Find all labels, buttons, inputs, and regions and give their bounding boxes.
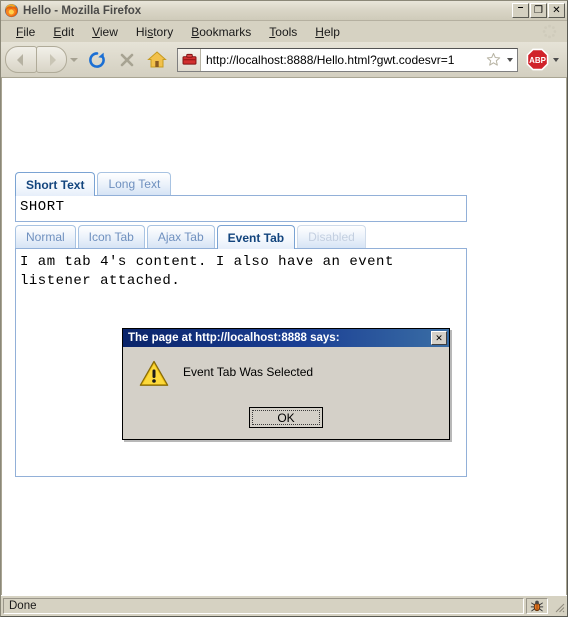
tab-label: Disabled <box>308 230 355 244</box>
outer-tab-content: SHORT <box>15 196 467 222</box>
warning-icon <box>139 360 169 387</box>
back-forward-group <box>5 46 78 73</box>
home-button[interactable] <box>142 46 172 74</box>
browser-window: Hello - Mozilla Firefox – ❐ ✕ File Edit … <box>0 0 568 617</box>
svg-text:ABP: ABP <box>529 56 546 65</box>
minimize-button[interactable]: – <box>512 3 529 18</box>
window-controls: – ❐ ✕ <box>512 3 565 18</box>
stop-button[interactable] <box>112 46 142 74</box>
alert-dialog-button-row: OK <box>123 407 449 439</box>
bug-icon <box>530 600 544 612</box>
tab-short-text[interactable]: Short Text <box>15 172 96 196</box>
tab-icon-tab[interactable]: Icon Tab <box>77 225 145 248</box>
window-title: Hello - Mozilla Firefox <box>23 4 142 17</box>
menu-help[interactable]: Help <box>306 23 349 41</box>
menu-edit[interactable]: Edit <box>44 23 83 41</box>
stop-icon <box>120 53 134 66</box>
alert-dialog-titlebar: The page at http://localhost:8888 says: … <box>123 329 449 347</box>
menu-bookmarks[interactable]: Bookmarks <box>182 23 260 41</box>
maximize-icon: ❐ <box>534 5 543 16</box>
outer-tab-panel: Short Text Long Text SHORT <box>15 172 467 222</box>
history-dropdown-icon[interactable] <box>70 57 78 62</box>
inner-tab-bar-filler <box>367 225 467 249</box>
menu-tools[interactable]: Tools <box>260 23 306 41</box>
inner-tab-bar: Normal Icon Tab Ajax Tab Event Tab Disab… <box>15 225 467 249</box>
url-dropdown-icon[interactable] <box>503 57 517 62</box>
ok-button[interactable]: OK <box>249 407 323 428</box>
adblock-dropdown-icon[interactable] <box>549 57 563 62</box>
status-bar: Done <box>1 595 567 616</box>
tab-disabled: Disabled <box>297 225 366 248</box>
navigation-toolbar: http://localhost:8888/Hello.html?gwt.cod… <box>1 42 567 78</box>
firefox-logo-icon <box>4 3 19 18</box>
loading-throbber-icon <box>542 24 557 39</box>
home-icon <box>147 51 167 68</box>
tab-label: Ajax Tab <box>157 230 204 244</box>
back-button[interactable] <box>5 46 37 73</box>
menu-file[interactable]: File <box>7 23 44 41</box>
close-icon: ✕ <box>552 5 561 16</box>
forward-button[interactable] <box>36 46 67 73</box>
tab-label: Short Text <box>26 177 85 192</box>
adblock-plus-button[interactable]: ABP <box>525 48 549 72</box>
url-text[interactable]: http://localhost:8888/Hello.html?gwt.cod… <box>201 53 483 67</box>
url-bar[interactable]: http://localhost:8888/Hello.html?gwt.cod… <box>177 47 518 72</box>
abp-icon: ABP <box>526 48 548 71</box>
tab-label: Event Tab <box>227 230 285 245</box>
tab-label: Icon Tab <box>88 230 134 244</box>
tab-label: Long Text <box>108 177 161 191</box>
alert-dialog-message: Event Tab Was Selected <box>183 365 314 379</box>
reload-button[interactable] <box>82 46 112 74</box>
tab-event-tab[interactable]: Event Tab <box>216 225 296 249</box>
gwt-dev-mode-button[interactable] <box>526 598 548 614</box>
alert-dialog-message-row: Event Tab Was Selected <box>123 347 449 407</box>
bookmark-star-icon[interactable] <box>483 50 503 70</box>
alert-dialog-close-button[interactable]: ✕ <box>431 331 447 345</box>
alert-dialog-title: The page at http://localhost:8888 says: <box>128 332 340 344</box>
forward-arrow-icon <box>49 53 56 66</box>
alert-dialog: The page at http://localhost:8888 says: … <box>122 328 450 440</box>
gwt-toolbox-icon <box>182 53 196 65</box>
reload-icon <box>89 51 105 68</box>
menu-bar: File Edit View History Bookmarks Tools H… <box>1 21 567 42</box>
back-arrow-icon <box>17 53 23 66</box>
event-tab-content-text: I am tab 4's content. I also have an eve… <box>20 254 394 289</box>
ok-button-label: OK <box>252 410 320 425</box>
tab-label: Normal <box>26 230 65 244</box>
tab-ajax-tab[interactable]: Ajax Tab <box>146 225 215 248</box>
window-resize-grip[interactable] <box>548 598 566 614</box>
close-icon: ✕ <box>435 333 443 343</box>
menu-history[interactable]: History <box>127 23 182 41</box>
minimize-icon: – <box>517 2 524 13</box>
window-titlebar: Hello - Mozilla Firefox – ❐ ✕ <box>1 1 567 21</box>
tab-long-text[interactable]: Long Text <box>97 172 172 195</box>
tab-normal[interactable]: Normal <box>15 225 76 248</box>
outer-tab-bar: Short Text Long Text <box>15 172 467 196</box>
page-viewport: Short Text Long Text SHORT Normal Icon T… <box>1 78 567 595</box>
outer-tab-bar-filler <box>173 172 467 196</box>
menu-view[interactable]: View <box>83 23 127 41</box>
close-button[interactable]: ✕ <box>548 3 565 18</box>
alert-dialog-body: Event Tab Was Selected OK <box>123 347 449 439</box>
site-favicon-icon <box>178 48 201 71</box>
maximize-button[interactable]: ❐ <box>530 3 547 18</box>
short-text-value: SHORT <box>20 199 65 215</box>
status-message: Done <box>3 598 524 614</box>
